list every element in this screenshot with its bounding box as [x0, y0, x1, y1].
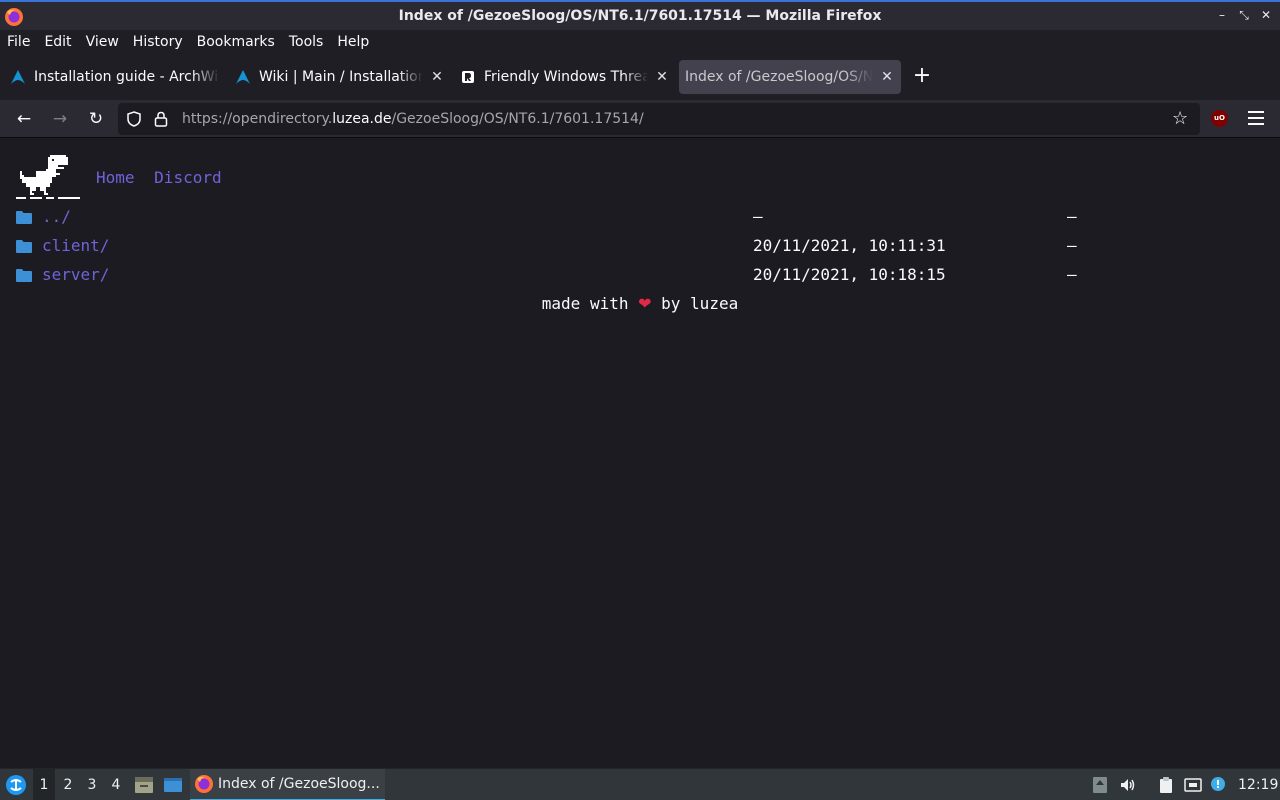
navigation-toolbar: ← → ↻ https://opendirectory.luzea.de/Gez…	[0, 100, 1280, 138]
menu-bar: File Edit View History Bookmarks Tools H…	[0, 30, 1280, 54]
back-button[interactable]: ←	[11, 107, 37, 131]
menu-tools[interactable]: Tools	[289, 34, 324, 50]
arch-logo-icon	[11, 70, 25, 84]
close-window-icon[interactable]: ✕	[1258, 6, 1274, 24]
menu-file[interactable]: File	[7, 34, 30, 50]
window-controls: – ⤡ ✕	[1214, 6, 1274, 24]
volume-icon[interactable]	[1119, 776, 1137, 794]
app-menu-icon[interactable]	[1248, 111, 1264, 125]
home-link[interactable]: Home	[96, 168, 135, 187]
footer-text-before: made with	[541, 294, 639, 313]
directory-row: server/ 20/11/2021, 10:18:15 —	[0, 263, 1280, 292]
new-tab-button[interactable]: +	[908, 63, 936, 91]
forum-logo-icon	[462, 71, 474, 83]
menu-history[interactable]: History	[133, 34, 183, 50]
url-path: /GezoeSloog/OS/NT6.1/7601.17514/	[391, 111, 644, 127]
menu-view[interactable]: View	[86, 34, 119, 50]
workspace-1[interactable]: 1	[33, 769, 55, 800]
firefox-logo-icon	[195, 775, 213, 793]
menu-help[interactable]: Help	[337, 34, 369, 50]
tab-label: Friendly Windows Thread	[484, 69, 648, 85]
url-host: luzea.de	[332, 111, 392, 127]
close-tab-icon[interactable]: ✕	[879, 69, 895, 85]
menu-bookmarks[interactable]: Bookmarks	[197, 34, 275, 50]
clipboard-icon[interactable]	[1157, 776, 1175, 794]
tab-label: Wiki | Main / Installation	[259, 69, 423, 85]
bookmark-star-icon[interactable]: ☆	[1172, 110, 1190, 128]
arch-logo-icon	[236, 70, 250, 84]
footer-text-after: by luzea	[651, 294, 739, 313]
page-content: Home Discord ../ — — client/ 20/11/2021,…	[0, 139, 1280, 768]
show-desktop-icon[interactable]	[163, 776, 183, 794]
taskbar-firefox-task[interactable]: Index of /GezoeSloog...	[190, 769, 385, 800]
heart-icon: ❤	[638, 294, 652, 313]
tab-wiki-installation[interactable]: Wiki | Main / Installation ✕	[229, 60, 451, 94]
reload-button[interactable]: ↻	[83, 107, 109, 131]
task-label: Index of /GezoeSloog...	[218, 776, 380, 792]
ublock-origin-icon[interactable]: uO	[1211, 110, 1228, 127]
url-bar[interactable]: https://opendirectory.luzea.de/GezoeSloo…	[118, 103, 1200, 135]
file-manager-icon[interactable]	[134, 776, 154, 794]
dino-logo-icon	[16, 155, 80, 199]
lock-icon[interactable]	[154, 111, 168, 127]
notifications-icon[interactable]	[1209, 776, 1227, 794]
folder-icon	[16, 269, 32, 282]
tray-updates-icon[interactable]	[1091, 776, 1109, 794]
entry-date: —	[753, 207, 763, 226]
folder-icon	[16, 240, 32, 253]
start-menu-icon[interactable]	[5, 774, 27, 796]
tab-archwiki-installation[interactable]: Installation guide - ArchWiki	[4, 60, 226, 94]
page-footer: made with ❤ by luzea	[0, 294, 1280, 313]
network-icon[interactable]	[1184, 776, 1202, 794]
tab-index-of-gezoesloog[interactable]: Index of /GezoeSloog/OS/NT6.1/7601.17514…	[679, 60, 901, 94]
window-title: Index of /GezoeSloog/OS/NT6.1/7601.17514…	[398, 8, 882, 24]
site-nav: Home Discord	[96, 168, 232, 187]
minimize-icon[interactable]: –	[1214, 6, 1230, 24]
tab-friendly-windows-thread[interactable]: Friendly Windows Thread ✕	[454, 60, 676, 94]
entry-link-client[interactable]: client/	[42, 236, 109, 255]
tracking-shield-icon[interactable]	[126, 111, 142, 127]
clock[interactable]: 12:19	[1238, 769, 1278, 800]
directory-row: ../ — —	[0, 205, 1280, 234]
menu-edit[interactable]: Edit	[44, 34, 71, 50]
entry-date: 20/11/2021, 10:11:31	[753, 236, 946, 255]
entry-size: —	[1067, 236, 1077, 255]
url-text[interactable]: https://opendirectory.luzea.de/GezoeSloo…	[182, 111, 644, 127]
workspace-4[interactable]: 4	[105, 769, 127, 800]
workspace-3[interactable]: 3	[81, 769, 103, 800]
entry-date: 20/11/2021, 10:18:15	[753, 265, 946, 284]
tab-label: Index of /GezoeSloog/OS/NT6.1/7601.17514	[685, 69, 873, 85]
entry-size: —	[1067, 207, 1077, 226]
tab-label: Installation guide - ArchWiki	[34, 69, 220, 85]
url-prefix: https://opendirectory.	[182, 111, 333, 127]
close-tab-icon[interactable]: ✕	[429, 69, 445, 85]
entry-link-parent[interactable]: ../	[42, 207, 71, 226]
directory-row: client/ 20/11/2021, 10:11:31 —	[0, 234, 1280, 263]
taskbar: 1 2 3 4 Index of /GezoeSloog... 12:19	[0, 768, 1280, 800]
folder-icon	[16, 211, 32, 224]
window-titlebar: Index of /GezoeSloog/OS/NT6.1/7601.17514…	[0, 0, 1280, 30]
workspace-2[interactable]: 2	[57, 769, 79, 800]
entry-link-server[interactable]: server/	[42, 265, 109, 284]
firefox-logo-icon	[5, 8, 23, 26]
discord-link[interactable]: Discord	[154, 168, 221, 187]
forward-button[interactable]: →	[47, 107, 73, 131]
entry-size: —	[1067, 265, 1077, 284]
maximize-icon[interactable]: ⤡	[1236, 6, 1252, 24]
tab-strip: Installation guide - ArchWiki Wiki | Mai…	[0, 54, 1280, 100]
close-tab-icon[interactable]: ✕	[654, 69, 670, 85]
